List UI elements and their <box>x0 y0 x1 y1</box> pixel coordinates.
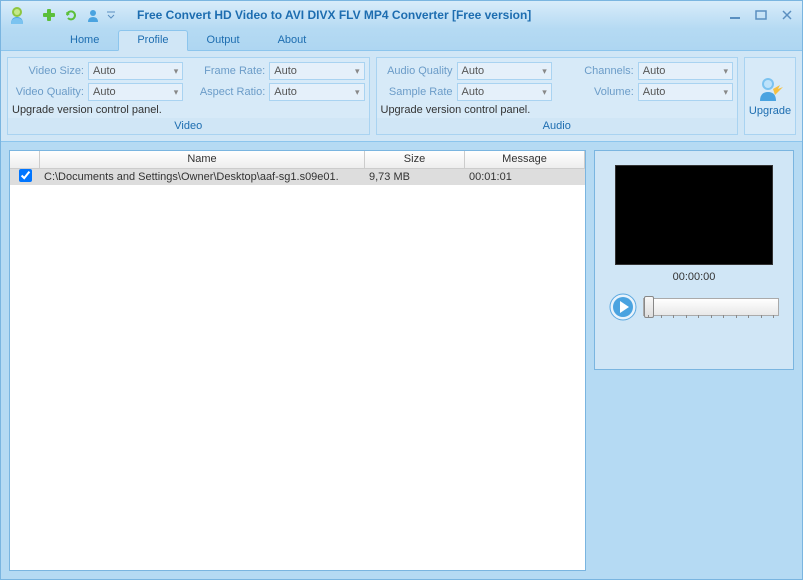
tab-home[interactable]: Home <box>51 30 118 51</box>
aspect-ratio-label: Aspect Ratio: <box>193 86 265 98</box>
col-message[interactable]: Message <box>465 151 585 168</box>
volume-label: Volume: <box>562 86 634 98</box>
volume-value: Auto <box>643 86 666 98</box>
frame-rate-select[interactable]: Auto <box>269 62 364 80</box>
upgrade-icon <box>756 75 784 103</box>
channels-label: Channels: <box>562 65 634 77</box>
play-button[interactable] <box>609 293 637 321</box>
video-size-select[interactable]: Auto <box>88 62 183 80</box>
preview-screen <box>615 165 773 265</box>
sample-rate-select[interactable]: Auto <box>457 83 552 101</box>
quick-toolbar <box>39 5 117 25</box>
file-list-panel: Name Size Message C:\Documents and Setti… <box>9 150 586 571</box>
col-name[interactable]: Name <box>40 151 365 168</box>
upgrade-button[interactable]: Upgrade <box>744 57 796 135</box>
slider-ticks <box>644 315 778 318</box>
tab-about[interactable]: About <box>259 30 326 51</box>
aspect-ratio-value: Auto <box>274 86 297 98</box>
maximize-button[interactable] <box>752 8 770 22</box>
content-area: Name Size Message C:\Documents and Setti… <box>1 142 802 579</box>
audio-settings-group: Audio Quality Auto Channels: Auto Sample… <box>376 57 739 135</box>
video-group-label: Video <box>8 118 369 134</box>
tab-output[interactable]: Output <box>188 30 259 51</box>
channels-select[interactable]: Auto <box>638 62 733 80</box>
add-button[interactable] <box>39 5 59 25</box>
video-quality-value: Auto <box>93 86 116 98</box>
main-tabs: Home Profile Output About <box>1 29 802 51</box>
col-checkbox[interactable] <box>10 151 40 168</box>
col-size[interactable]: Size <box>365 151 465 168</box>
video-size-value: Auto <box>93 65 116 77</box>
frame-rate-value: Auto <box>274 65 297 77</box>
preview-time: 00:00:00 <box>673 271 716 283</box>
sample-rate-label: Sample Rate <box>381 86 453 98</box>
tab-profile[interactable]: Profile <box>118 30 187 51</box>
preview-panel: 00:00:00 <box>594 150 794 370</box>
row-size: 9,73 MB <box>365 171 465 183</box>
minimize-button[interactable] <box>726 8 744 22</box>
window-controls <box>726 8 796 22</box>
video-size-label: Video Size: <box>12 65 84 77</box>
user-button[interactable] <box>83 5 103 25</box>
volume-select[interactable]: Auto <box>638 83 733 101</box>
close-button[interactable] <box>778 8 796 22</box>
table-row[interactable]: C:\Documents and Settings\Owner\Desktop\… <box>10 169 585 185</box>
video-quality-select[interactable]: Auto <box>88 83 183 101</box>
video-settings-group: Video Size: Auto Frame Rate: Auto Video … <box>7 57 370 135</box>
audio-quality-select[interactable]: Auto <box>457 62 552 80</box>
sample-rate-value: Auto <box>462 86 485 98</box>
audio-quality-label: Audio Quality <box>381 65 453 77</box>
titlebar: Free Convert HD Video to AVI DIVX FLV MP… <box>1 1 802 29</box>
window-title: Free Convert HD Video to AVI DIVX FLV MP… <box>137 8 531 22</box>
row-checkbox[interactable] <box>19 169 32 182</box>
video-quality-label: Video Quality: <box>12 86 84 98</box>
audio-upgrade-text: Upgrade version control panel. <box>381 104 734 116</box>
upgrade-label: Upgrade <box>749 105 791 117</box>
app-logo-icon <box>7 3 31 27</box>
settings-panel: Video Size: Auto Frame Rate: Auto Video … <box>1 51 802 142</box>
row-checkbox-cell <box>10 169 40 185</box>
aspect-ratio-select[interactable]: Auto <box>269 83 364 101</box>
video-upgrade-text: Upgrade version control panel. <box>12 104 365 116</box>
dropdown-button[interactable] <box>105 5 117 25</box>
refresh-button[interactable] <box>61 5 81 25</box>
frame-rate-label: Frame Rate: <box>193 65 265 77</box>
table-header: Name Size Message <box>10 151 585 169</box>
audio-quality-value: Auto <box>462 65 485 77</box>
channels-value: Auto <box>643 65 666 77</box>
app-window: Free Convert HD Video to AVI DIVX FLV MP… <box>0 0 803 580</box>
row-name: C:\Documents and Settings\Owner\Desktop\… <box>40 171 365 183</box>
audio-group-label: Audio <box>377 118 738 134</box>
preview-controls <box>609 293 779 321</box>
row-message: 00:01:01 <box>465 171 585 183</box>
seek-slider[interactable] <box>643 298 779 316</box>
